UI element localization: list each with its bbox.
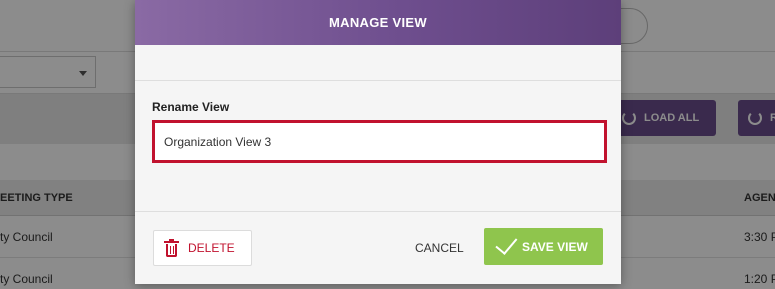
- delete-button[interactable]: DELETE: [153, 230, 252, 266]
- dialog-footer: DELETE CANCEL SAVE VIEW: [135, 212, 621, 283]
- rename-view-label: Rename View: [152, 100, 230, 114]
- cancel-button[interactable]: CANCEL: [415, 230, 464, 266]
- dialog-subheader: [135, 45, 621, 81]
- rename-view-input[interactable]: [152, 120, 607, 163]
- save-view-button[interactable]: SAVE VIEW: [484, 228, 603, 265]
- delete-label: DELETE: [188, 241, 235, 255]
- dialog-title: MANAGE VIEW: [329, 15, 427, 30]
- dialog-body: Rename View: [135, 81, 621, 212]
- manage-view-dialog: MANAGE VIEW Rename View DELETE CANCEL SA…: [135, 0, 621, 284]
- save-view-label: SAVE VIEW: [522, 239, 588, 254]
- trash-icon: [164, 238, 179, 257]
- checkmark-icon: [495, 231, 518, 255]
- dialog-header: MANAGE VIEW: [135, 0, 621, 45]
